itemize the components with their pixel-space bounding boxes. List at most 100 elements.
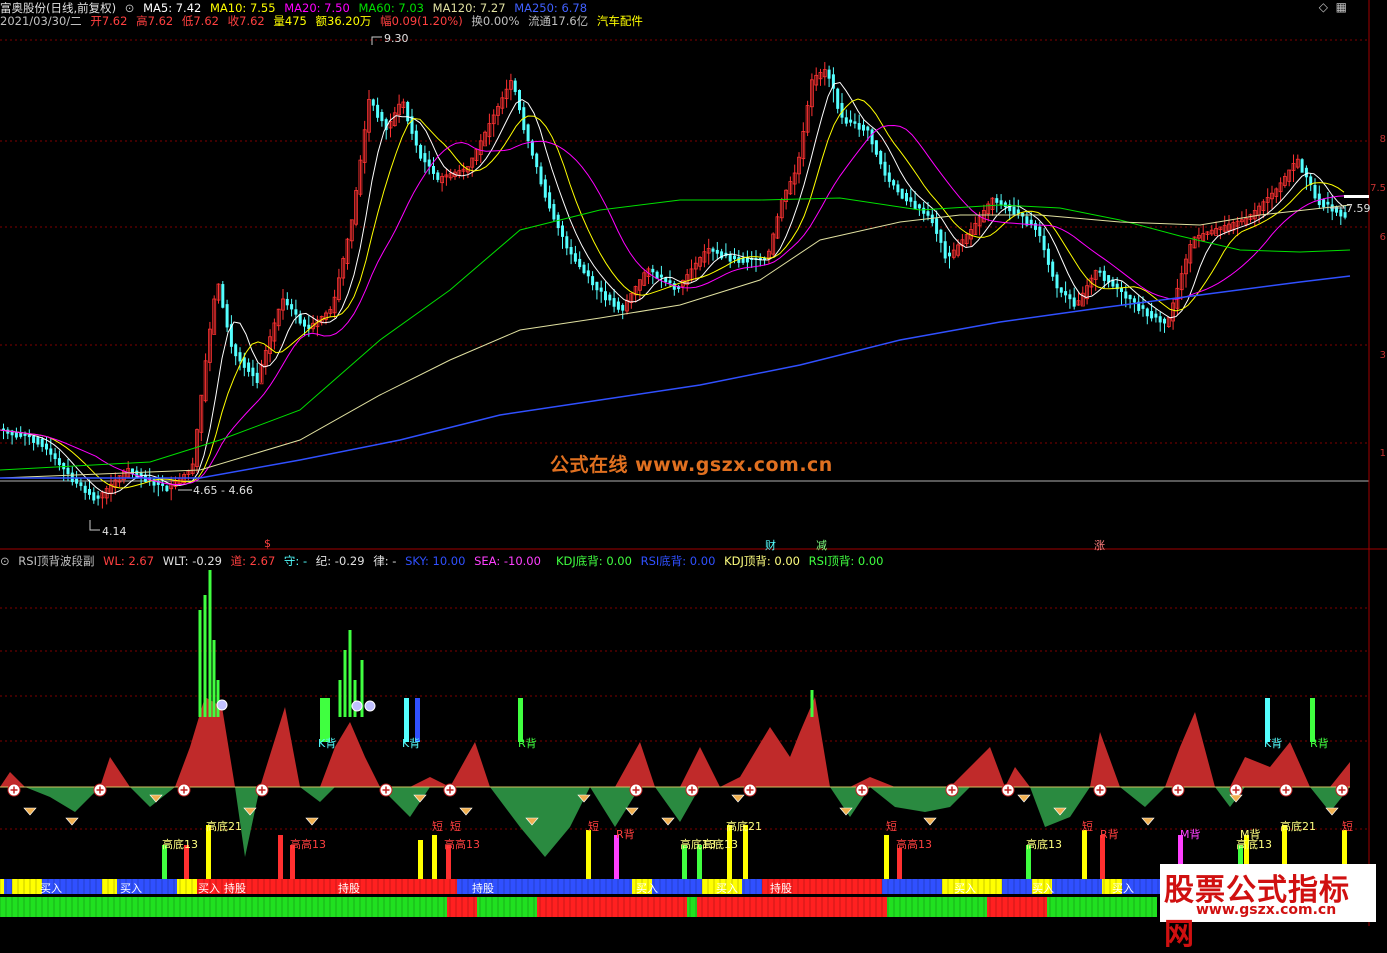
candle-body <box>423 153 427 163</box>
state-cell <box>4 879 12 894</box>
candle-body <box>1128 294 1132 300</box>
sky-value: SKY: 10.00 <box>405 554 466 568</box>
signal-label: R背 <box>1100 828 1119 841</box>
ji-value: 纪: -0.29 <box>315 554 365 568</box>
candle-body <box>1132 298 1136 303</box>
signal-label: 短 <box>588 820 599 833</box>
candle-body <box>948 252 951 257</box>
candle-body <box>1055 274 1059 289</box>
strip-label: 买入 <box>1112 882 1134 895</box>
signal-label: R背 <box>1310 737 1329 750</box>
candle-body <box>1012 206 1016 215</box>
candle-body <box>285 298 289 306</box>
candle-body <box>926 211 930 216</box>
candle-body <box>290 304 294 310</box>
ma10-value: MA10: 7.55 <box>210 1 276 15</box>
quote-turnover: 换0.00% <box>471 14 520 28</box>
max-price-label: 9.30 <box>384 32 409 45</box>
candle-body <box>1059 287 1063 293</box>
quote-bar: 2021/03/30/二 开7.62 高7.62 低7.62 收7.62 量47… <box>0 14 648 28</box>
signal-label: K背 <box>402 737 421 750</box>
indicator-toggle-icon[interactable]: ⊙ <box>0 554 10 568</box>
state-cell <box>1047 897 1157 917</box>
kdj-bottom-value: KDJ底背: 0.00 <box>556 554 632 568</box>
event-marker[interactable]: 减 <box>816 537 827 553</box>
indicator-name: RSI顶背波段副 <box>18 554 95 568</box>
strip-label: 持股 <box>224 882 246 895</box>
candle-body <box>427 159 431 167</box>
ma60-value: MA60: 7.03 <box>358 1 424 15</box>
signal-label: 短 <box>886 820 897 833</box>
candle-body <box>298 314 302 324</box>
state-cell <box>102 879 117 894</box>
candle-body <box>591 276 595 286</box>
event-marker[interactable]: 涨 <box>1094 537 1105 553</box>
title-bar: 富奥股份(日线,前复权) ⊙ MA5: 7.42 MA10: 7.55 MA20… <box>0 1 592 15</box>
diamond-icon[interactable]: ◇ <box>1319 0 1328 14</box>
candle-body <box>79 482 83 487</box>
dao-value: 道: 2.67 <box>230 554 276 568</box>
candle-body <box>165 485 169 492</box>
candle-body <box>92 492 96 501</box>
axis-label: 7.5 <box>1370 183 1386 194</box>
candle-body <box>935 218 939 234</box>
candle-body <box>371 99 375 106</box>
candle-body <box>376 104 380 118</box>
event-marker[interactable]: 财 <box>765 537 776 553</box>
state-cell <box>687 897 697 917</box>
signal-label: 高底13 <box>702 838 738 851</box>
quote-low: 低7.62 <box>181 14 219 28</box>
candle-body <box>733 255 736 260</box>
candle-body <box>827 69 831 79</box>
candle-body <box>234 344 238 357</box>
ma-toggle-icon[interactable]: ⊙ <box>125 1 135 15</box>
candle-body <box>995 198 999 203</box>
signal-label: 高高13 <box>444 838 480 851</box>
ma5-value: MA5: 7.42 <box>143 1 202 15</box>
strip-label: 买入 <box>954 882 976 895</box>
diamond-icon <box>1017 794 1031 803</box>
diamond-icon <box>459 807 473 816</box>
candle-body <box>999 200 1003 206</box>
signal-label: K背 <box>1264 737 1283 750</box>
candle-body <box>586 270 590 277</box>
axis-label: 8 <box>1379 134 1386 145</box>
event-marker[interactable]: $ <box>264 537 271 550</box>
quote-amount: 额36.20万 <box>315 14 372 28</box>
shou-value: 守: - <box>283 554 308 568</box>
grid-icon[interactable]: ▦ <box>1336 0 1347 14</box>
kdj-top-value: KDJ顶背: 0.00 <box>724 554 801 568</box>
candle-body <box>853 121 857 124</box>
quote-high: 高7.62 <box>136 14 174 28</box>
candle-body <box>419 145 423 159</box>
candle-body <box>668 280 672 284</box>
candle-body <box>887 172 891 182</box>
diamond-icon <box>923 817 937 826</box>
star-icon <box>351 700 363 712</box>
candle-body <box>552 204 556 220</box>
candle-body <box>1064 291 1068 296</box>
candle-body <box>728 254 732 262</box>
candle-body <box>539 166 543 185</box>
candle-body <box>595 281 599 291</box>
candle-body <box>896 184 900 193</box>
candle-body <box>221 284 225 308</box>
candle-body <box>40 438 44 447</box>
wl-value: WL: 2.67 <box>103 554 155 568</box>
signal-bar <box>418 840 423 880</box>
candle-body <box>161 483 165 486</box>
candle-body <box>32 436 36 443</box>
diamond-icon <box>731 794 745 803</box>
strip-label: 买入 <box>636 882 658 895</box>
signal-label: 短 <box>1342 820 1353 833</box>
candle-body <box>604 291 607 301</box>
candle-body <box>414 130 418 146</box>
candle-body <box>870 129 874 145</box>
signal-bar <box>278 835 283 880</box>
signal-bar <box>884 835 889 880</box>
candle-body <box>874 140 878 155</box>
candle-body <box>905 193 908 202</box>
quote-change: 幅0.09(1.20%) <box>380 14 463 28</box>
candle-body <box>879 151 883 165</box>
candle-body <box>66 467 70 475</box>
